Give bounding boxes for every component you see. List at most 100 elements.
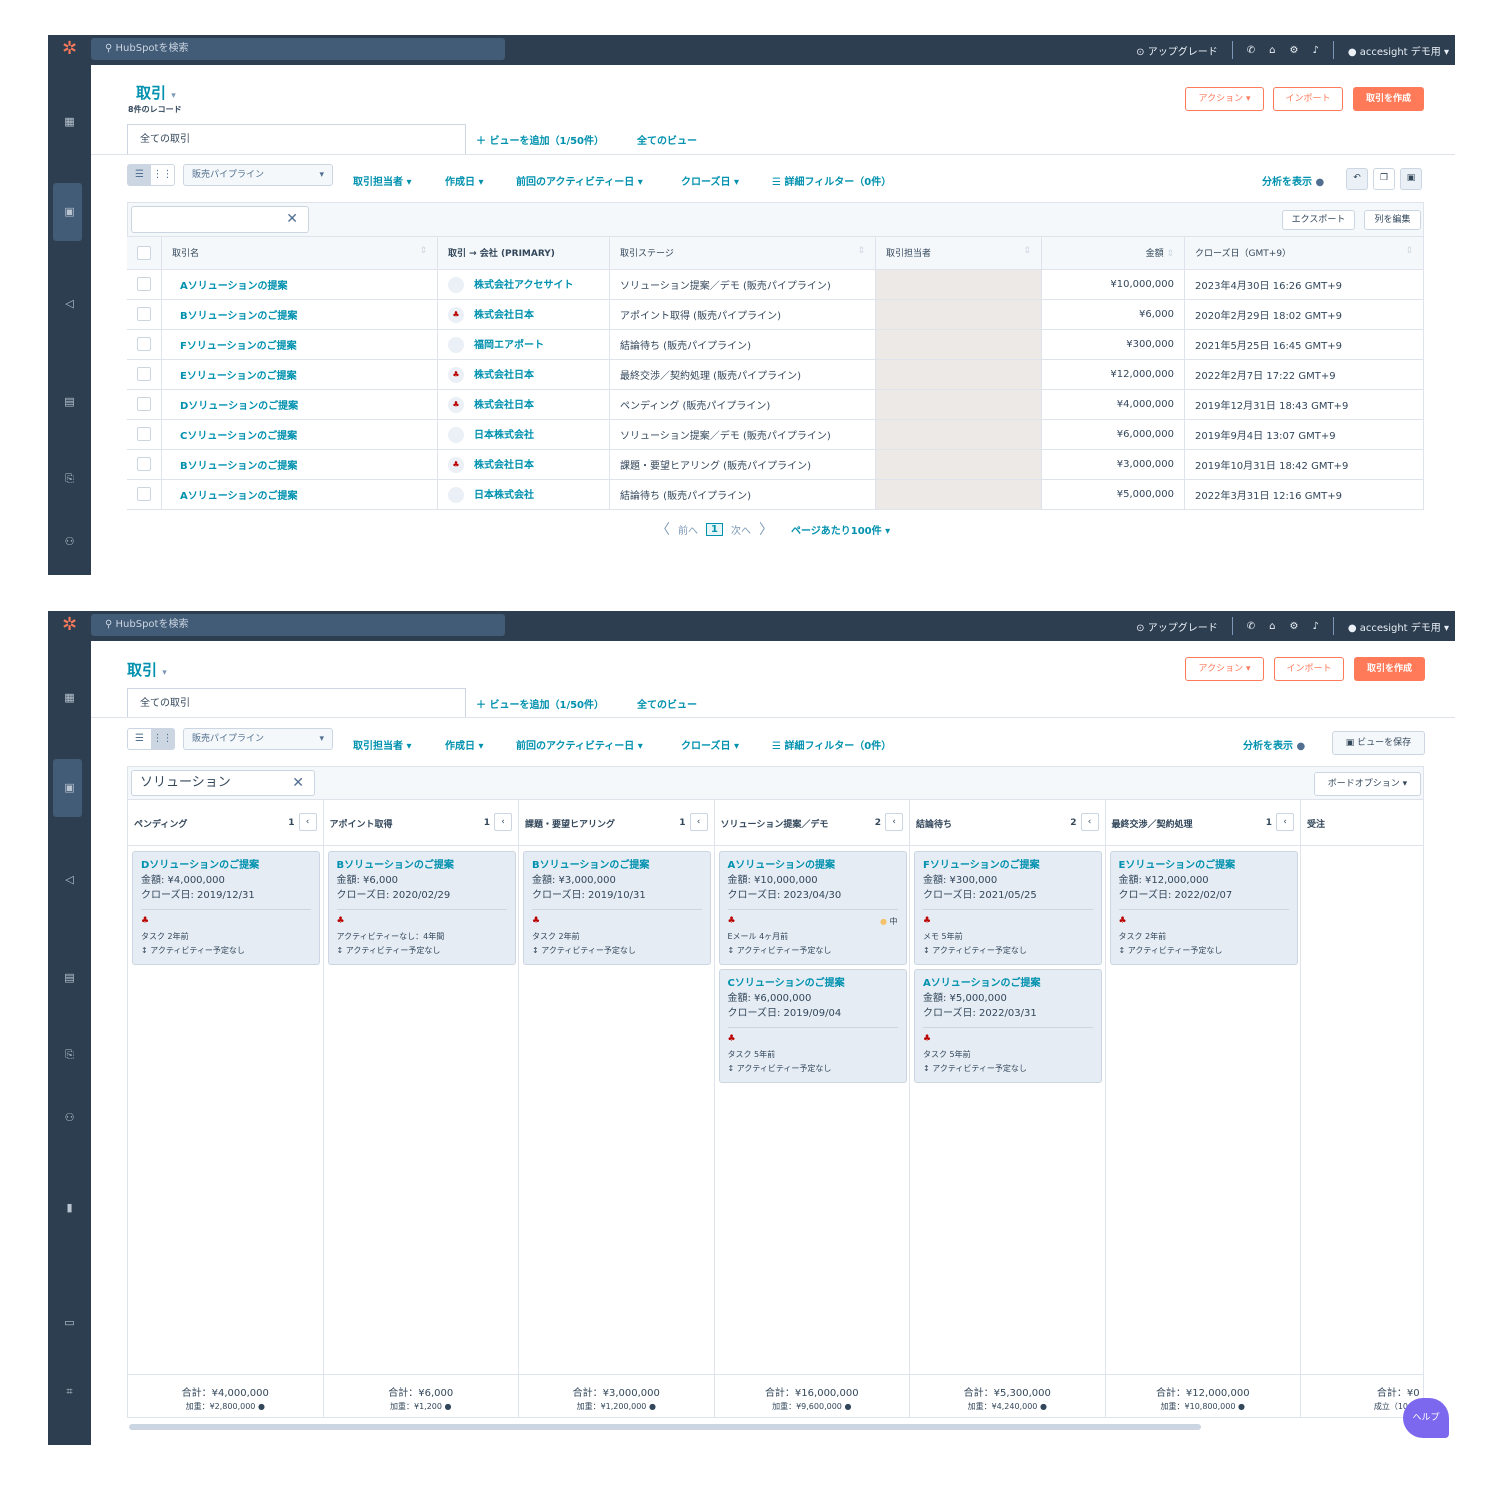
marketplace-icon[interactable]: ⌂ [1269, 621, 1275, 632]
row-checkbox[interactable] [127, 479, 162, 510]
phone-icon[interactable]: ✆ [1247, 45, 1255, 56]
per-page-select[interactable]: ページあたり100件 ▾ [791, 522, 890, 537]
deal-name-link[interactable]: Dソリューションのご提案 [161, 389, 438, 420]
row-checkbox[interactable] [127, 359, 162, 390]
hubspot-logo-icon[interactable]: ✲ [48, 35, 91, 65]
save-icon[interactable]: ▣ [1400, 168, 1422, 190]
prev-button[interactable]: 前へ [678, 522, 698, 537]
deal-card-title[interactable]: Bソリューションのご提案 [337, 858, 507, 873]
deal-stage-cell[interactable]: アポイント取得 (販売パイプライン) [609, 299, 876, 330]
row-checkbox[interactable] [127, 269, 162, 300]
view-analytics-link[interactable]: 分析を表示 ● [1243, 737, 1305, 752]
phone-icon[interactable]: ✆ [1247, 621, 1255, 632]
deal-owner-cell[interactable] [875, 389, 1042, 420]
clear-icon[interactable]: ✕ [292, 771, 304, 795]
sales-icon[interactable]: ▤ [48, 969, 91, 987]
import-button[interactable]: インポート [1274, 657, 1344, 681]
col-company[interactable]: 取引 → 会社 (PRIMARY) [437, 237, 610, 270]
deal-card[interactable]: Eソリューションのご提案 金額: ¥12,000,000 クローズ日: 2022/0… [1109, 851, 1298, 965]
clear-icon[interactable]: ✕ [286, 207, 298, 231]
deal-card-title[interactable]: Bソリューションのご提案 [532, 858, 702, 873]
deal-owner-cell[interactable] [875, 479, 1042, 510]
apps-grid-icon[interactable]: ▦ [48, 113, 91, 131]
marketing-icon[interactable]: ◁ [48, 295, 91, 313]
deal-name-link[interactable]: Eソリューションのご提案 [161, 359, 438, 390]
deal-stage-cell[interactable]: ソリューション提案／デモ (販売パイプライン) [609, 269, 876, 300]
filter-close-date[interactable]: クローズ日 ▾ [681, 737, 739, 752]
page-title[interactable]: 取引 ▾ [136, 82, 176, 103]
deal-stage-cell[interactable]: 課題・要望ヒアリング (販売パイプライン) [609, 449, 876, 480]
deal-stage-cell[interactable]: ペンディング (販売パイプライン) [609, 389, 876, 420]
undo-icon[interactable]: ↶ [1346, 168, 1368, 190]
pipeline-select[interactable]: 販売パイプライン ▾ [183, 164, 333, 186]
service-icon[interactable]: ⎘ [48, 470, 91, 488]
deal-stage-cell[interactable]: 結論待ち (販売パイプライン) [609, 479, 876, 510]
filter-last-activity[interactable]: 前回のアクティビティー日 ▾ [516, 737, 643, 752]
actions-button[interactable]: アクション ▾ [1185, 87, 1264, 111]
deal-name-link[interactable]: Bソリューションのご提案 [161, 449, 438, 480]
import-button[interactable]: インポート [1273, 87, 1343, 111]
page-title[interactable]: 取引 ▾ [127, 659, 167, 680]
collapse-chevron-icon[interactable]: ‹ [1276, 813, 1294, 831]
deal-name-link[interactable]: Aソリューションの提案 [161, 269, 438, 300]
create-deal-button[interactable]: 取引を作成 [1354, 657, 1425, 681]
deal-stage-cell[interactable]: 結論待ち (販売パイプライン) [609, 329, 876, 360]
board-options-button[interactable]: ボードオプション ▾ [1314, 772, 1421, 796]
deal-name-link[interactable]: Bソリューションのご提案 [161, 299, 438, 330]
collapse-chevron-icon[interactable]: ‹ [298, 813, 317, 831]
deal-card-title[interactable]: Cソリューションのご提案 [728, 976, 898, 991]
deal-stage-cell[interactable]: ソリューション提案／デモ (販売パイプライン) [609, 419, 876, 450]
code-icon[interactable]: ⌗ [48, 1383, 91, 1401]
apps-grid-icon[interactable]: ▦ [48, 689, 91, 707]
col-owner[interactable]: 取引担当者 ⇕ [875, 237, 1042, 270]
row-checkbox[interactable] [127, 419, 162, 450]
board-view-icon[interactable]: ⋮⋮ [151, 165, 174, 185]
deal-card[interactable]: Bソリューションのご提案 金額: ¥3,000,000 クローズ日: 2019/10… [523, 851, 711, 965]
company-link[interactable]: 日本株式会社 [474, 430, 534, 441]
row-checkbox[interactable] [127, 449, 162, 480]
edit-columns-button[interactable]: 列を編集 [1364, 210, 1421, 230]
global-search-input[interactable]: ⚲ HubSpotを検索 [91, 614, 505, 636]
col-stage[interactable]: 取引ステージ ⇕ [609, 237, 876, 270]
global-search-input[interactable]: ⚲ HubSpotを検索 [91, 38, 505, 60]
sales-icon[interactable]: ▤ [48, 393, 91, 411]
automation-icon[interactable]: ⚇ [48, 1109, 91, 1127]
deal-owner-cell[interactable] [875, 449, 1042, 480]
upgrade-link[interactable]: ⊙ アップグレード [1136, 619, 1218, 634]
table-search-input[interactable]: ✕ [131, 206, 309, 233]
help-button[interactable]: ヘルプ [1403, 1398, 1449, 1438]
next-chevron-icon[interactable]: 〉 [759, 519, 773, 539]
advanced-filters-button[interactable]: ☰ 詳細フィルター（0件） [772, 173, 891, 188]
deal-card-title[interactable]: Aソリューションのご提案 [923, 976, 1093, 991]
horizontal-scrollbar[interactable] [129, 1424, 1201, 1430]
next-button[interactable]: 次へ [731, 522, 751, 537]
collapse-chevron-icon[interactable]: ‹ [494, 813, 512, 831]
filter-deal-owner[interactable]: 取引担当者 ▾ [353, 173, 412, 188]
marketplace-icon[interactable]: ⌂ [1269, 45, 1275, 56]
deal-card[interactable]: Aソリューションの提案 金額: ¥10,000,000 クローズ日: 2023/04… [718, 851, 907, 965]
service-icon[interactable]: ⎘ [48, 1046, 91, 1064]
automation-icon[interactable]: ⚇ [48, 533, 91, 551]
company-link[interactable]: 日本株式会社 [474, 490, 534, 501]
list-view-icon[interactable]: ☰ [128, 729, 151, 749]
settings-gear-icon[interactable]: ⚙ [1289, 621, 1298, 632]
collapse-chevron-icon[interactable]: ‹ [689, 813, 708, 831]
all-views-link[interactable]: 全てのビュー [637, 696, 697, 711]
view-analytics-link[interactable]: 分析を表示 ● [1262, 173, 1324, 188]
tab-all-deals[interactable]: 全ての取引 [127, 688, 466, 718]
company-link[interactable]: 株式会社アクセサイト [474, 280, 574, 291]
deal-card-title[interactable]: Aソリューションの提案 [728, 858, 898, 873]
reports-icon[interactable]: ▮ [48, 1199, 91, 1217]
deal-card[interactable]: Dソリューションのご提案 金額: ¥4,000,000 クローズ日: 2019/12… [132, 851, 320, 965]
deal-owner-cell[interactable] [875, 299, 1042, 330]
all-views-link[interactable]: 全てのビュー [637, 132, 697, 147]
deal-card[interactable]: Bソリューションのご提案 金額: ¥6,000 クローズ日: 2020/02/29 ♣… [327, 851, 516, 965]
company-link[interactable]: 株式会社日本 [474, 310, 534, 321]
filter-last-activity[interactable]: 前回のアクティビティー日 ▾ [516, 173, 643, 188]
folder-icon[interactable]: ▭ [48, 1314, 91, 1332]
prev-chevron-icon[interactable]: 〈 [656, 519, 670, 539]
deal-card[interactable]: Aソリューションのご提案 金額: ¥5,000,000 クローズ日: 2022/03… [914, 969, 1102, 1083]
filter-create-date[interactable]: 作成日 ▾ [445, 737, 484, 752]
actions-button[interactable]: アクション ▾ [1185, 657, 1264, 681]
notifications-bell-icon[interactable]: ♪ [1312, 45, 1318, 56]
